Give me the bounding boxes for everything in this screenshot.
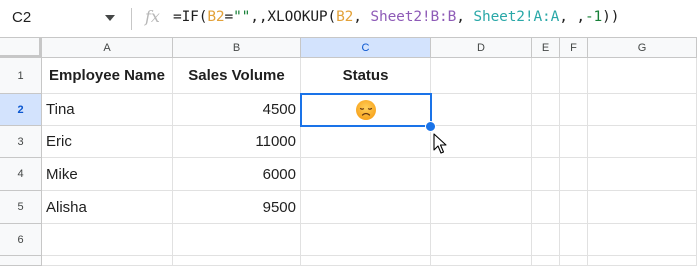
formula-token-string: "" xyxy=(233,9,251,25)
row-header-7[interactable] xyxy=(0,256,42,266)
cell-a1[interactable]: Employee Name xyxy=(42,58,173,94)
column-header-a[interactable]: A xyxy=(42,38,173,58)
cell-b5[interactable]: 9500 xyxy=(173,191,301,224)
formula-token-ref-sheet2-a: Sheet2!A:A xyxy=(473,9,560,25)
cell-e7[interactable] xyxy=(532,256,560,266)
mouse-pointer-icon xyxy=(433,133,447,154)
name-box-cell-ref: C2 xyxy=(12,9,32,26)
column-header-d[interactable]: D xyxy=(431,38,532,58)
cell-f5[interactable] xyxy=(560,191,588,224)
fill-handle[interactable] xyxy=(425,121,436,132)
cell-g7[interactable] xyxy=(588,256,697,266)
cell-d2[interactable] xyxy=(431,94,532,126)
cell-e1[interactable] xyxy=(532,58,560,94)
cell-g5[interactable] xyxy=(588,191,697,224)
cell-selection-outline xyxy=(300,93,432,127)
cell-a4[interactable]: Mike xyxy=(42,158,173,191)
cell-a5[interactable]: Alisha xyxy=(42,191,173,224)
formula-bar-divider xyxy=(131,8,132,30)
cell-e5[interactable] xyxy=(532,191,560,224)
cell-a7[interactable] xyxy=(42,256,173,266)
cell-e2[interactable] xyxy=(532,94,560,126)
cell-a6[interactable] xyxy=(42,224,173,256)
formula-token: , xyxy=(456,9,474,25)
cell-d7[interactable] xyxy=(431,256,532,266)
cell-f2[interactable] xyxy=(560,94,588,126)
cell-c7[interactable] xyxy=(301,256,431,266)
cell-e6[interactable] xyxy=(532,224,560,256)
cell-c4[interactable] xyxy=(301,158,431,191)
cell-a3[interactable]: Eric xyxy=(42,126,173,158)
column-header-g[interactable]: G xyxy=(588,38,697,58)
cell-c1[interactable]: Status xyxy=(301,58,431,94)
cell-c5[interactable] xyxy=(301,191,431,224)
column-header-c[interactable]: C xyxy=(301,38,431,58)
row-header-3[interactable]: 3 xyxy=(0,126,42,158)
formula-token: )) xyxy=(602,9,620,25)
column-header-e[interactable]: E xyxy=(532,38,560,58)
cell-f4[interactable] xyxy=(560,158,588,191)
cell-d1[interactable] xyxy=(431,58,532,94)
cell-c3[interactable] xyxy=(301,126,431,158)
formula-token: ,,XLOOKUP( xyxy=(250,9,337,25)
formula-token-ref-sheet2-b: Sheet2!B:B xyxy=(370,9,457,25)
formula-input[interactable]: =IF(B2="",,XLOOKUP(B2, Sheet2!B:B, Sheet… xyxy=(173,9,619,25)
cell-g1[interactable] xyxy=(588,58,697,94)
formula-token-number: -1 xyxy=(584,9,603,25)
fx-icon: fx xyxy=(145,7,160,26)
formula-token: = xyxy=(224,9,234,25)
formula-token: , xyxy=(353,9,371,25)
formula-token-ref-b2: B2 xyxy=(336,9,354,25)
cell-a2[interactable]: Tina xyxy=(42,94,173,126)
cell-f3[interactable] xyxy=(560,126,588,158)
formula-token-ref-b2: B2 xyxy=(207,9,225,25)
row-header-5[interactable]: 5 xyxy=(0,191,42,224)
cell-g6[interactable] xyxy=(588,224,697,256)
cell-c6[interactable] xyxy=(301,224,431,256)
cell-f7[interactable] xyxy=(560,256,588,266)
row-header-4[interactable]: 4 xyxy=(0,158,42,191)
cell-f6[interactable] xyxy=(560,224,588,256)
row-header-6[interactable]: 6 xyxy=(0,224,42,256)
cell-f1[interactable] xyxy=(560,58,588,94)
cell-b6[interactable] xyxy=(173,224,301,256)
cell-d6[interactable] xyxy=(431,224,532,256)
column-header-f[interactable]: F xyxy=(560,38,588,58)
formula-bar: C2 fx =IF(B2="",,XLOOKUP(B2, Sheet2!B:B,… xyxy=(0,0,697,38)
cell-g3[interactable] xyxy=(588,126,697,158)
formula-token: , , xyxy=(559,9,585,25)
row-header-2[interactable]: 2 xyxy=(0,94,42,126)
name-box[interactable]: C2 xyxy=(0,0,126,37)
cell-d5[interactable] xyxy=(431,191,532,224)
cell-b4[interactable]: 6000 xyxy=(173,158,301,191)
column-header-b[interactable]: B xyxy=(173,38,301,58)
cell-b3[interactable]: 11000 xyxy=(173,126,301,158)
chevron-down-icon[interactable] xyxy=(105,15,115,21)
select-all-corner[interactable] xyxy=(0,38,42,58)
cell-e3[interactable] xyxy=(532,126,560,158)
cell-b2[interactable]: 4500 xyxy=(173,94,301,126)
formula-token: =IF( xyxy=(173,9,208,25)
cell-g2[interactable] xyxy=(588,94,697,126)
cell-g4[interactable] xyxy=(588,158,697,191)
cell-b1[interactable]: Sales Volume xyxy=(173,58,301,94)
row-header-1[interactable]: 1 xyxy=(0,58,42,94)
cell-d4[interactable] xyxy=(431,158,532,191)
cell-e4[interactable] xyxy=(532,158,560,191)
cell-b7[interactable] xyxy=(173,256,301,266)
